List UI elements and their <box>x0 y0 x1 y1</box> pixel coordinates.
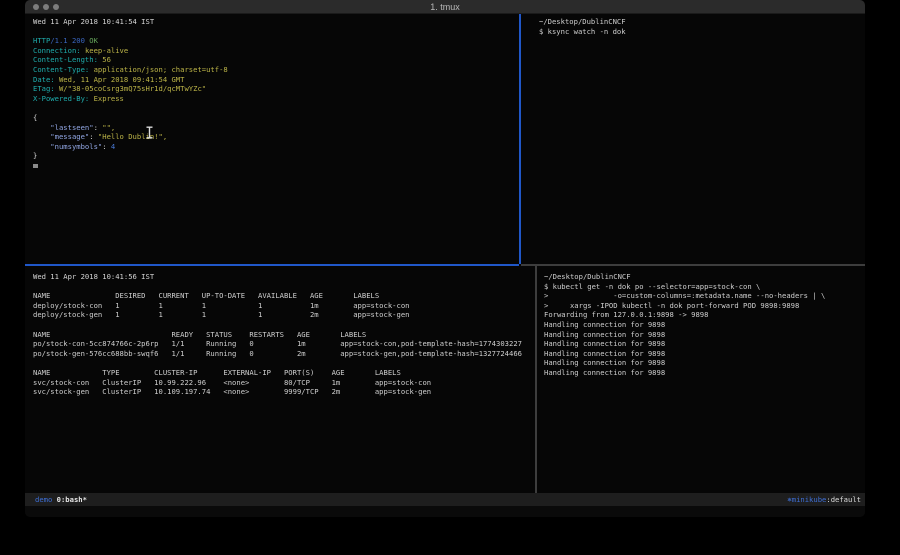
header-key: Connection: <box>33 46 85 55</box>
timestamp-line: Wed 11 Apr 2018 10:41:54 IST <box>33 17 519 27</box>
terminal-cursor <box>33 164 38 168</box>
terminal-area: Wed 11 Apr 2018 10:41:54 IST HTTP/1.1 20… <box>25 14 865 493</box>
header-key: Date: <box>33 75 59 84</box>
blank-line <box>33 103 519 113</box>
json-key: "lastseen" <box>33 123 94 132</box>
cwd-line: ~/Desktop/DublinCNCF <box>539 17 865 27</box>
header-key: X-Powered-By: <box>33 94 94 103</box>
json-separator: : <box>89 132 98 141</box>
cwd-line: ~/Desktop/DublinCNCF <box>544 272 865 282</box>
terminal-window: 1. tmux Wed 11 Apr 2018 10:41:54 IST HTT… <box>25 0 865 517</box>
json-key: "numsymbols" <box>33 142 102 151</box>
header-value: application/json; charset=utf-8 <box>94 65 228 74</box>
kube-context: minikube <box>792 495 827 504</box>
mouse-ibeam-cursor <box>145 124 154 143</box>
status-left: demo 0:bash* <box>35 493 87 506</box>
pods-table: NAME READY STATUS RESTARTS AGE LABELS po… <box>33 330 535 359</box>
json-field-line: "lastseen": "", <box>33 123 519 133</box>
services-table: NAME TYPE CLUSTER-IP EXTERNAL-IP PORT(S)… <box>33 368 535 397</box>
header-value: Express <box>94 94 124 103</box>
session-name[interactable]: demo <box>35 495 52 504</box>
http-header-line: Content-Type: application/json; charset=… <box>33 65 519 75</box>
json-value: "Hello Dublin!", <box>98 132 167 141</box>
http-proto: HTTP <box>33 36 50 45</box>
port-forward-output: $ kubectl get -n dok po --selector=app=s… <box>544 282 865 378</box>
blank-line <box>33 282 535 292</box>
blank-line <box>33 320 535 330</box>
pane-ksync[interactable]: ~/Desktop/DublinCNCF $ ksync watch -n do… <box>521 14 865 264</box>
kube-namespace: :default <box>826 495 861 504</box>
header-value: 56 <box>102 55 111 64</box>
status-right: ⎈minikube:default <box>787 493 861 506</box>
blank-line <box>33 358 535 368</box>
window-title: 1. tmux <box>25 2 865 12</box>
json-close-brace: } <box>33 151 519 161</box>
json-field-line: "numsymbols": 4 <box>33 142 519 152</box>
blank-line <box>33 27 519 37</box>
http-reason: OK <box>89 36 98 45</box>
pane-kubectl-get[interactable]: Wed 11 Apr 2018 10:41:56 IST NAME DESIRE… <box>25 266 535 493</box>
header-key: Content-Length: <box>33 55 102 64</box>
http-version-code: /1.1 200 <box>50 36 89 45</box>
pane-http-response[interactable]: Wed 11 Apr 2018 10:41:54 IST HTTP/1.1 20… <box>25 14 519 264</box>
json-open-brace: { <box>33 113 519 123</box>
window-bottom-padding <box>25 506 865 517</box>
window-titlebar[interactable]: 1. tmux <box>25 0 865 14</box>
header-value: W/"38-05coCsrg3mQ75sHr1d/qcMTwYZc" <box>59 84 206 93</box>
http-header-line: ETag: W/"38-05coCsrg3mQ75sHr1d/qcMTwYZc" <box>33 84 519 94</box>
json-value: "", <box>102 123 115 132</box>
header-key: ETag: <box>33 84 59 93</box>
header-key: Content-Type: <box>33 65 94 74</box>
json-separator: : <box>94 123 103 132</box>
pane-port-forward[interactable]: ~/Desktop/DublinCNCF $ kubectl get -n do… <box>537 266 865 493</box>
http-header-line: Date: Wed, 11 Apr 2018 09:41:54 GMT <box>33 75 519 85</box>
header-value: keep-alive <box>85 46 128 55</box>
http-status-line: HTTP/1.1 200 OK <box>33 36 519 46</box>
command-line: $ ksync watch -n dok <box>539 27 865 37</box>
json-key: "message" <box>33 132 89 141</box>
deployments-table: NAME DESIRED CURRENT UP-TO-DATE AVAILABL… <box>33 291 535 320</box>
http-header-line: Connection: keep-alive <box>33 46 519 56</box>
timestamp-line: Wed 11 Apr 2018 10:41:56 IST <box>33 272 535 282</box>
json-field-line: "message": "Hello Dublin!", <box>33 132 519 142</box>
json-separator: : <box>102 142 111 151</box>
header-value: Wed, 11 Apr 2018 09:41:54 GMT <box>59 75 185 84</box>
http-header-line: X-Powered-By: Express <box>33 94 519 104</box>
json-value-number: 4 <box>111 142 115 151</box>
tmux-status-bar: demo 0:bash* ⎈minikube:default <box>25 493 865 506</box>
http-header-line: Content-Length: 56 <box>33 55 519 65</box>
window-tab[interactable]: 0:bash* <box>57 495 87 504</box>
